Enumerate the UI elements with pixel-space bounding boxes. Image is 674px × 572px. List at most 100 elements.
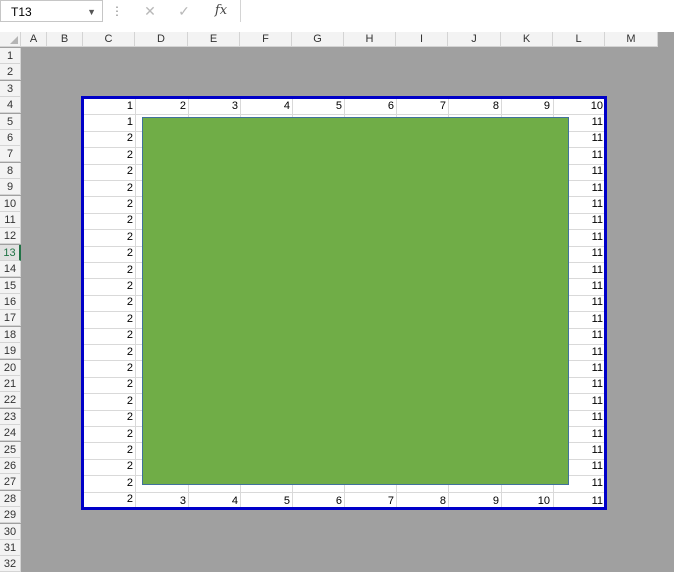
row-header-15[interactable]: 15 <box>0 277 21 294</box>
insert-function-button[interactable]: fx <box>209 0 233 22</box>
formula-input[interactable] <box>240 0 674 22</box>
column-header-l[interactable]: L <box>553 32 605 47</box>
cell-value[interactable]: 11 <box>563 361 603 375</box>
cell-value[interactable]: 3 <box>198 99 238 113</box>
cell-value[interactable]: 6 <box>302 494 342 508</box>
cell-value[interactable]: 2 <box>93 377 133 391</box>
column-header-b[interactable]: B <box>47 32 83 47</box>
row-header-28[interactable]: 28 <box>0 490 21 507</box>
row-header-25[interactable]: 25 <box>0 441 21 458</box>
cell-value[interactable]: 11 <box>563 427 603 441</box>
row-header-20[interactable]: 20 <box>0 359 21 376</box>
column-header-j[interactable]: J <box>448 32 501 47</box>
close-icon[interactable]: ✕ <box>134 0 166 22</box>
column-header-i[interactable]: I <box>396 32 448 47</box>
cell-value[interactable]: 2 <box>93 427 133 441</box>
cell-value[interactable]: 11 <box>563 263 603 277</box>
cell-value[interactable]: 7 <box>354 494 394 508</box>
cell-value[interactable]: 2 <box>93 476 133 490</box>
cell-value[interactable]: 9 <box>510 99 550 113</box>
cell-value[interactable]: 2 <box>93 410 133 424</box>
row-header-19[interactable]: 19 <box>0 343 21 360</box>
cell-value[interactable]: 11 <box>563 312 603 326</box>
row-header-16[interactable]: 16 <box>0 294 21 310</box>
cell-value[interactable]: 1 <box>93 115 133 129</box>
row-header-12[interactable]: 12 <box>0 228 21 245</box>
column-header-h[interactable]: H <box>344 32 396 47</box>
cell-value[interactable]: 9 <box>459 494 499 508</box>
row-header-8[interactable]: 8 <box>0 162 21 179</box>
column-header-a[interactable]: A <box>21 32 47 47</box>
select-all-button[interactable] <box>0 32 21 47</box>
cell-value[interactable]: 11 <box>563 295 603 309</box>
cell-value[interactable]: 2 <box>93 164 133 178</box>
row-header-11[interactable]: 11 <box>0 212 21 228</box>
cell-value[interactable]: 2 <box>93 246 133 260</box>
cell-value[interactable]: 10 <box>510 494 550 508</box>
cell-value[interactable]: 2 <box>93 361 133 375</box>
cell-value[interactable]: 6 <box>354 99 394 113</box>
row-header-1[interactable]: 1 <box>0 48 21 64</box>
cell-value[interactable]: 4 <box>250 99 290 113</box>
row-header-2[interactable]: 2 <box>0 64 21 81</box>
cell-value[interactable]: 2 <box>146 99 186 113</box>
cell-value[interactable]: 3 <box>146 494 186 508</box>
cell-value[interactable]: 11 <box>563 459 603 473</box>
cell-value[interactable]: 2 <box>93 295 133 309</box>
cell-value[interactable]: 4 <box>198 494 238 508</box>
row-header-31[interactable]: 31 <box>0 540 21 556</box>
column-header-f[interactable]: F <box>240 32 292 47</box>
column-header-d[interactable]: D <box>135 32 188 47</box>
column-header-m[interactable]: M <box>605 32 658 47</box>
green-rectangle-shape[interactable] <box>142 117 569 485</box>
row-header-17[interactable]: 17 <box>0 310 21 327</box>
cell-value[interactable]: 11 <box>563 494 603 508</box>
cell-value[interactable]: 11 <box>563 197 603 211</box>
cell-value[interactable]: 11 <box>563 230 603 244</box>
row-header-4[interactable]: 4 <box>0 97 21 114</box>
cell-value[interactable]: 11 <box>563 476 603 490</box>
column-header-c[interactable]: C <box>83 32 135 47</box>
row-header-21[interactable]: 21 <box>0 376 21 392</box>
check-icon[interactable]: ✓ <box>168 0 200 22</box>
cell-value[interactable]: 11 <box>563 131 603 145</box>
row-header-9[interactable]: 9 <box>0 179 21 196</box>
cell-value[interactable]: 5 <box>250 494 290 508</box>
cell-value[interactable]: 11 <box>563 394 603 408</box>
cell-value[interactable]: 2 <box>93 263 133 277</box>
cell-value[interactable]: 2 <box>93 213 133 227</box>
cell-value[interactable]: 2 <box>93 443 133 457</box>
cell-value[interactable]: 11 <box>563 328 603 342</box>
cell-value[interactable]: 11 <box>563 213 603 227</box>
row-header-3[interactable]: 3 <box>0 80 21 97</box>
cell-value[interactable]: 2 <box>93 181 133 195</box>
cell-value[interactable]: 2 <box>93 492 133 506</box>
chevron-down-icon[interactable]: ▼ <box>87 1 96 23</box>
cell-value[interactable]: 2 <box>93 394 133 408</box>
cell-value[interactable]: 7 <box>406 99 446 113</box>
row-header-10[interactable]: 10 <box>0 195 21 212</box>
row-header-5[interactable]: 5 <box>0 113 21 130</box>
cell-value[interactable]: 11 <box>563 246 603 260</box>
row-header-6[interactable]: 6 <box>0 130 21 146</box>
cell-value[interactable]: 2 <box>93 312 133 326</box>
row-header-14[interactable]: 14 <box>0 261 21 278</box>
column-header-k[interactable]: K <box>501 32 553 47</box>
cell-value[interactable]: 11 <box>563 181 603 195</box>
cell-value[interactable]: 2 <box>93 197 133 211</box>
row-header-13[interactable]: 13 <box>0 244 21 261</box>
column-header-g[interactable]: G <box>292 32 344 47</box>
cell-value[interactable]: 11 <box>563 164 603 178</box>
row-header-18[interactable]: 18 <box>0 326 21 343</box>
cell-value[interactable]: 2 <box>93 131 133 145</box>
more-options-icon[interactable]: ⋮ <box>111 0 123 22</box>
cell-value[interactable]: 2 <box>93 345 133 359</box>
cell-value[interactable]: 5 <box>302 99 342 113</box>
cell-value[interactable]: 2 <box>93 148 133 162</box>
cell-value[interactable]: 2 <box>93 459 133 473</box>
row-header-30[interactable]: 30 <box>0 523 21 540</box>
cell-value[interactable]: 11 <box>563 148 603 162</box>
row-header-26[interactable]: 26 <box>0 458 21 474</box>
cell-value[interactable]: 11 <box>563 443 603 457</box>
cell-value[interactable]: 11 <box>563 279 603 293</box>
